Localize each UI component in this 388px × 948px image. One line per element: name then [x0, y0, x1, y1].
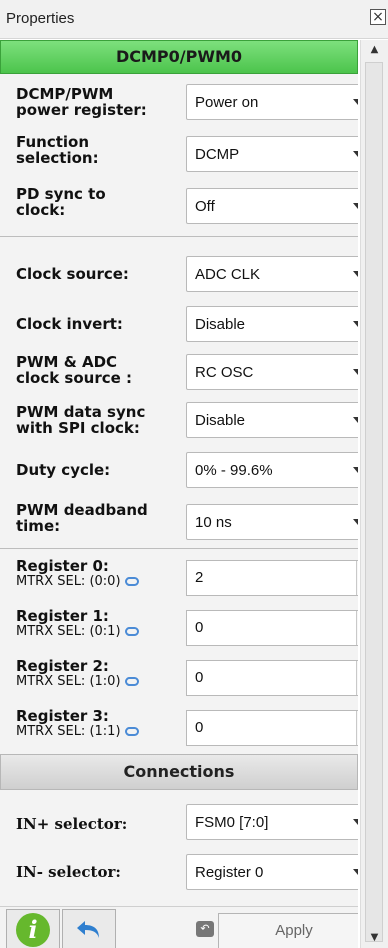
power-register-select[interactable]: Power on: [186, 84, 358, 120]
label-duty-cycle: Duty cycle:: [16, 461, 111, 479]
chevron-down-icon: [353, 819, 358, 825]
label-register-1: Register 1: MTRX SEL: (0:1): [16, 608, 139, 640]
vertical-scrollbar[interactable]: ▲ ▼: [360, 40, 388, 948]
in-plus-selector-select[interactable]: FSM0 [7:0]: [186, 804, 358, 840]
small-undo-icon[interactable]: ↶: [196, 921, 214, 937]
section-divider: [0, 548, 358, 549]
chevron-down-icon: [353, 869, 358, 875]
duty-cycle-select[interactable]: 0% - 99.6%: [186, 452, 358, 488]
close-button[interactable]: ×: [370, 9, 386, 25]
function-selection-select[interactable]: DCMP: [186, 136, 358, 172]
label-register-3: Register 3: MTRX SEL: (1:1): [16, 708, 139, 740]
label-pwm-data-sync: PWM data sync with SPI clock:: [16, 403, 146, 437]
window-title: Properties: [6, 10, 75, 27]
undo-icon: [77, 921, 99, 938]
chevron-down-icon: [353, 271, 358, 277]
chevron-down-icon: [353, 467, 358, 473]
info-button[interactable]: i: [6, 909, 60, 948]
link-icon[interactable]: [124, 727, 139, 736]
chevron-down-icon: [353, 519, 358, 525]
pwm-adc-clock-select[interactable]: RC OSC: [186, 354, 358, 390]
label-register-2: Register 2: MTRX SEL: (1:0): [16, 658, 139, 690]
label-clock-source: Clock source:: [16, 265, 129, 283]
chevron-down-icon: [353, 99, 358, 105]
component-header: DCMP0/PWM0: [0, 40, 358, 74]
label-pwm-adc-clock: PWM & ADC clock source :: [16, 353, 133, 387]
label-register-0: Register 0: MTRX SEL: (0:0): [16, 558, 139, 590]
chevron-down-icon: [353, 151, 358, 157]
register-0-spinbox[interactable]: 2: [186, 560, 358, 596]
register-2-spinbox[interactable]: 0: [186, 660, 358, 696]
label-pwm-deadband: PWM deadband time:: [16, 501, 148, 535]
label-clock-invert: Clock invert:: [16, 315, 123, 333]
revert-button[interactable]: [62, 909, 116, 948]
label-in-plus-selector: IN+ selector:: [16, 815, 128, 833]
properties-panel: DCMP0/PWM0 DCMP/PWM power register: Powe…: [0, 40, 358, 948]
register-1-spinbox[interactable]: 0: [186, 610, 358, 646]
in-minus-selector-select[interactable]: Register 0: [186, 854, 358, 890]
label-pd-sync: PD sync to clock:: [16, 185, 106, 219]
pwm-data-sync-select[interactable]: Disable: [186, 402, 358, 438]
scroll-thumb[interactable]: [365, 62, 383, 942]
label-function-selection: Function selection:: [16, 133, 99, 167]
close-icon: ×: [372, 9, 384, 25]
label-in-minus-selector: IN- selector:: [16, 863, 121, 881]
pd-sync-select[interactable]: Off: [186, 188, 358, 224]
scroll-up-icon[interactable]: ▲: [361, 40, 388, 60]
register-3-spinbox[interactable]: 0: [186, 710, 358, 746]
properties-titlebar: Properties ×: [0, 0, 388, 39]
pwm-deadband-select[interactable]: 10 ns: [186, 504, 358, 540]
info-icon: i: [16, 913, 50, 947]
link-icon[interactable]: [124, 677, 139, 686]
link-icon[interactable]: [124, 627, 139, 636]
clock-invert-select[interactable]: Disable: [186, 306, 358, 342]
bottom-toolbar: i ↶ Apply: [0, 906, 358, 948]
chevron-down-icon: [353, 321, 358, 327]
connections-header: Connections: [0, 754, 358, 790]
chevron-down-icon: [353, 417, 358, 423]
chevron-down-icon: [353, 369, 358, 375]
section-divider: [0, 236, 358, 237]
chevron-down-icon: [353, 203, 358, 209]
apply-button[interactable]: Apply: [218, 913, 358, 948]
label-power-register: DCMP/PWM power register:: [16, 85, 147, 119]
scroll-down-icon[interactable]: ▼: [361, 928, 388, 948]
clock-source-select[interactable]: ADC CLK: [186, 256, 358, 292]
link-icon[interactable]: [124, 577, 139, 586]
